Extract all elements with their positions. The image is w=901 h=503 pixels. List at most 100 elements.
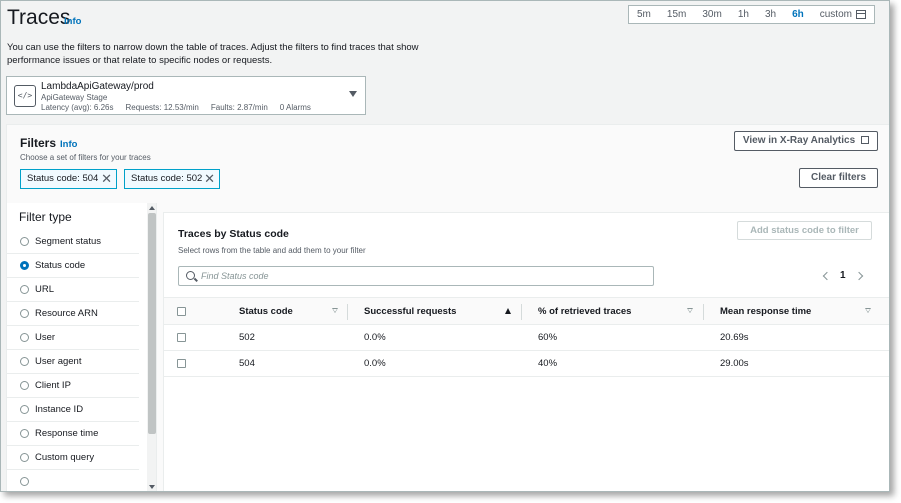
node-latency: Latency (avg): 6.26s [41,103,114,112]
radio-button[interactable] [20,333,29,342]
close-icon[interactable]: ✕ [101,170,112,187]
filter-type-label: Instance ID [35,404,84,415]
radio-button[interactable] [20,309,29,318]
radio-button-selected[interactable] [20,261,29,270]
cell-status-code: 504 [239,358,255,369]
time-range-selector: 5m 15m 30m 1h 3h 6h custom [628,5,875,24]
row-checkbox[interactable] [177,359,186,368]
cell-successful-requests: 0.0% [364,358,386,369]
time-option-30m[interactable]: 30m [694,6,729,23]
time-option-5m[interactable]: 5m [629,6,659,23]
filter-type-list: Filter type Segment status Status code U… [7,203,157,491]
filters-info-link[interactable]: Info [60,139,77,150]
filter-type-label: URL [35,284,55,295]
chevron-right-icon[interactable] [854,271,863,280]
filter-token-label: Status code: 504 [27,173,99,184]
traces-table-card: Traces by Status code Select rows from t… [163,212,889,491]
filter-type-response-time[interactable]: Response time [7,422,139,446]
traces-table-title: Traces by Status code [178,228,289,240]
filter-type-label: Resource ARN [35,308,98,319]
column-header-status-code[interactable]: Status code [239,298,293,325]
search-box [178,266,654,286]
filter-type-custom-query[interactable]: Custom query [7,446,139,470]
filter-type-partial-item[interactable] [7,470,139,491]
cell-percent-retrieved: 60% [538,332,558,343]
radio-button[interactable] [20,285,29,294]
filter-type-url[interactable]: URL [7,278,139,302]
cell-percent-retrieved: 40% [538,358,558,369]
column-header-successful-requests[interactable]: Successful requests [364,298,456,325]
filter-type-label: User agent [35,356,82,367]
xray-analytics-label: View in X-Ray Analytics [742,135,856,146]
api-gateway-icon: </> [14,85,36,107]
time-option-15m[interactable]: 15m [659,6,694,23]
scroll-down-arrow-icon[interactable] [149,485,155,489]
filters-panel: Filters Info Choose a set of filters for… [6,124,889,491]
filter-type-resource-arn[interactable]: Resource ARN [7,302,139,326]
external-link-icon [861,136,870,144]
scroll-up-arrow-icon[interactable] [149,206,155,210]
time-option-1h[interactable]: 1h [730,6,757,23]
time-option-custom[interactable]: custom [812,6,874,23]
add-status-code-button[interactable]: Add status code to filter [737,221,872,240]
sort-caret-icon[interactable] [865,308,871,313]
filter-type-user[interactable]: User [7,326,139,350]
scrollbar-thumb[interactable] [148,213,156,434]
chevron-left-icon[interactable] [822,271,832,280]
radio-button[interactable] [20,477,29,486]
row-checkbox[interactable] [177,333,186,342]
sort-ascending-icon[interactable] [505,308,511,314]
select-all-checkbox[interactable] [177,307,186,316]
current-page[interactable]: 1 [840,270,846,281]
table-row[interactable]: 504 0.0% 40% 29.00s [164,351,889,377]
time-option-3h[interactable]: 3h [757,6,784,23]
column-header-mean-response-time[interactable]: Mean response time [720,298,811,325]
filter-type-label: Client IP [35,380,71,391]
column-divider [347,304,348,320]
filter-type-label: Custom query [35,452,95,463]
search-input[interactable] [201,267,641,285]
filter-type-segment-status[interactable]: Segment status [7,230,139,254]
table-row[interactable]: 502 0.0% 60% 20.69s [164,325,889,351]
node-faults: Faults: 2.87/min [210,103,268,112]
filter-token-504: Status code: 504 ✕ [20,169,117,189]
radio-button[interactable] [20,381,29,390]
filters-subtitle: Choose a set of filters for your traces [20,153,151,162]
filter-type-label: Status code [35,260,86,271]
calendar-icon [855,9,866,19]
filter-type-title: Filter type [19,210,72,224]
time-option-6h[interactable]: 6h [784,6,812,23]
radio-button[interactable] [20,237,29,246]
search-icon [186,271,195,280]
column-divider [703,304,704,320]
node-stats: Latency (avg): 6.26s Requests: 12.53/min… [41,103,311,112]
node-selector[interactable]: </> LambdaApiGateway/prod ApiGateway Sta… [6,76,366,115]
radio-button[interactable] [20,357,29,366]
filter-type-user-agent[interactable]: User agent [7,350,139,374]
title-info-link[interactable]: Info [64,16,81,27]
sort-caret-icon[interactable] [332,308,338,313]
caret-down-icon[interactable] [349,91,357,97]
filter-token-label: Status code: 502 [131,173,203,184]
cell-successful-requests: 0.0% [364,332,386,343]
view-in-xray-analytics-button[interactable]: View in X-Ray Analytics [734,131,878,151]
cell-mean-response-time: 20.69s [720,332,749,343]
node-requests: Requests: 12.53/min [125,103,199,112]
node-name: LambdaApiGateway/prod [41,81,154,92]
filter-type-label: Response time [35,428,99,439]
radio-button[interactable] [20,429,29,438]
cell-mean-response-time: 29.00s [720,358,749,369]
pagination: 1 [822,270,863,281]
close-icon[interactable]: ✕ [204,170,215,187]
filter-type-instance-id[interactable]: Instance ID [7,398,139,422]
node-alarms: 0 Alarms [279,103,311,112]
traces-page: Traces Info 5m 15m 30m 1h 3h 6h custom Y… [0,0,890,492]
clear-filters-button[interactable]: Clear filters [799,168,878,188]
radio-button[interactable] [20,453,29,462]
filter-type-label: Segment status [35,236,102,247]
filter-type-status-code[interactable]: Status code [7,254,139,278]
radio-button[interactable] [20,405,29,414]
sort-caret-icon[interactable] [687,308,693,313]
filter-type-client-ip[interactable]: Client IP [7,374,139,398]
column-header-percent-retrieved[interactable]: % of retrieved traces [538,298,631,325]
